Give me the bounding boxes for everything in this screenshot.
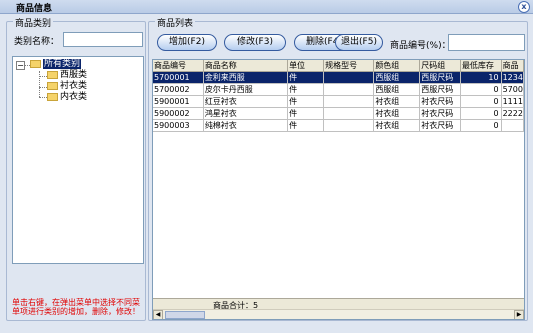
category-hint-text: 单击右键，在弹出菜单中选择不同菜单项进行类别的增加，删除，修改！ [12, 298, 140, 316]
window-title: 商品信息 [16, 4, 53, 14]
cell-size-group: 衬衣尺码 [419, 119, 461, 132]
column-header-name[interactable]: 商品名称 [203, 60, 289, 72]
cell-min-stock: 0 [460, 107, 502, 120]
cell-color-group: 衬衣组 [373, 95, 421, 108]
cell-color-group: 衬衣组 [373, 107, 421, 120]
category-name-input[interactable] [63, 32, 143, 47]
close-icon[interactable]: x [518, 1, 530, 13]
cell-min-stock: 10 [460, 71, 502, 84]
folder-icon [47, 70, 58, 79]
horizontal-scrollbar[interactable]: ◀ ▶ [153, 309, 524, 319]
column-header-unit[interactable]: 单位 [287, 60, 325, 72]
product-code-input[interactable] [448, 34, 525, 51]
column-header-code[interactable]: 商品编号 [153, 60, 204, 72]
tree-node-suits[interactable]: 西服类 [47, 70, 87, 81]
table-row[interactable]: 5700001 金利来西服 件 西服组 西服尺码 10 1234 [153, 71, 524, 84]
column-header-spec[interactable]: 规格型号 [323, 60, 375, 72]
cell-extra: 1234 [501, 71, 524, 84]
tree-node-label: 西服类 [60, 70, 88, 80]
scroll-right-icon[interactable]: ▶ [514, 310, 524, 319]
folder-icon [47, 92, 58, 101]
cell-spec [323, 107, 375, 120]
cell-size-group: 衬衣尺码 [419, 107, 461, 120]
cell-extra: 5700 [501, 83, 524, 96]
folder-icon [30, 59, 41, 68]
cell-code: 5900002 [153, 107, 204, 120]
cell-extra [501, 119, 524, 132]
cell-spec [323, 95, 375, 108]
cell-code: 5700001 [153, 71, 204, 84]
tree-node-shirts[interactable]: 衬衣类 [47, 81, 87, 92]
cell-color-group: 西服组 [373, 83, 421, 96]
tree-node-underwear[interactable]: 内衣类 [47, 92, 87, 103]
product-list-legend: 商品列表 [155, 16, 196, 29]
add-button[interactable]: 增加(F2) [157, 34, 217, 51]
column-header-size-group[interactable]: 尺码组 [419, 60, 461, 72]
cell-name: 鸿星衬衣 [203, 107, 289, 120]
cell-min-stock: 0 [460, 119, 502, 132]
cell-name: 金利来西服 [203, 71, 289, 84]
column-header-min-stock[interactable]: 最低库存 [460, 60, 502, 72]
category-panel: 商品类别 类别名称： − 所有类别 西服类 衬衣类 内衣类 单击右键，在弹出菜单… [6, 16, 146, 321]
cell-min-stock: 0 [460, 83, 502, 96]
edit-button[interactable]: 修改(F3) [224, 34, 286, 51]
cell-unit: 件 [287, 119, 325, 132]
category-name-label: 类别名称： [14, 37, 60, 47]
tree-node-label: 衬衣类 [60, 81, 88, 91]
table-row[interactable]: 5700002 皮尔卡丹西服 件 西服组 西服尺码 0 5700 [153, 83, 524, 96]
cell-spec [323, 71, 375, 84]
cell-code: 5900003 [153, 119, 204, 132]
column-header-extra[interactable]: 商品 [501, 60, 524, 72]
cell-code: 5700002 [153, 83, 204, 96]
cell-unit: 件 [287, 83, 325, 96]
scrollbar-thumb[interactable] [165, 311, 205, 319]
column-header-color-group[interactable]: 颜色组 [373, 60, 421, 72]
grid-summary-bar: 商品合计：5 [153, 298, 524, 310]
cell-min-stock: 0 [460, 95, 502, 108]
cell-name: 红豆衬衣 [203, 95, 289, 108]
cell-size-group: 西服尺码 [419, 71, 461, 84]
cell-name: 皮尔卡丹西服 [203, 83, 289, 96]
table-row[interactable]: 5900003 纯棉衬衣 件 衬衣组 衬衣尺码 0 [153, 119, 524, 132]
scroll-left-icon[interactable]: ◀ [153, 310, 163, 319]
cell-unit: 件 [287, 107, 325, 120]
cell-color-group: 衬衣组 [373, 119, 421, 132]
product-list-panel: 商品列表 增加(F2) 修改(F3) 删除(F4) 退出(F5) 商品编号(%)… [148, 16, 528, 321]
folder-icon [47, 81, 58, 90]
table-row[interactable]: 5900001 红豆衬衣 件 衬衣组 衬衣尺码 0 1111 [153, 95, 524, 108]
cell-size-group: 西服尺码 [419, 83, 461, 96]
tree-node-label: 内衣类 [60, 92, 88, 102]
table-row[interactable]: 5900002 鸿星衬衣 件 衬衣组 衬衣尺码 0 2222 [153, 107, 524, 120]
cell-unit: 件 [287, 95, 325, 108]
product-code-label: 商品编号(%)： [390, 41, 451, 51]
cell-name: 纯棉衬衣 [203, 119, 289, 132]
tree-node-root[interactable]: 所有类别 [30, 59, 82, 70]
cell-code: 5900001 [153, 95, 204, 108]
grid-header-row: 商品编号 商品名称 单位 规格型号 颜色组 尺码组 最低库存 商品 [153, 60, 524, 72]
cell-size-group: 衬衣尺码 [419, 95, 461, 108]
tree-node-label: 所有类别 [43, 59, 82, 69]
cell-extra: 1111 [501, 95, 524, 108]
category-tree[interactable]: − 所有类别 西服类 衬衣类 内衣类 [12, 56, 144, 264]
product-grid[interactable]: 商品编号 商品名称 单位 规格型号 颜色组 尺码组 最低库存 商品 570000… [152, 59, 525, 320]
cell-spec [323, 83, 375, 96]
cell-spec [323, 119, 375, 132]
exit-button[interactable]: 退出(F5) [335, 34, 383, 51]
category-panel-legend: 商品类别 [13, 16, 54, 29]
title-bar: 商品信息 x [0, 0, 533, 14]
cell-extra: 2222 [501, 107, 524, 120]
collapse-icon[interactable]: − [16, 61, 25, 70]
cell-color-group: 西服组 [373, 71, 421, 84]
cell-unit: 件 [287, 71, 325, 84]
